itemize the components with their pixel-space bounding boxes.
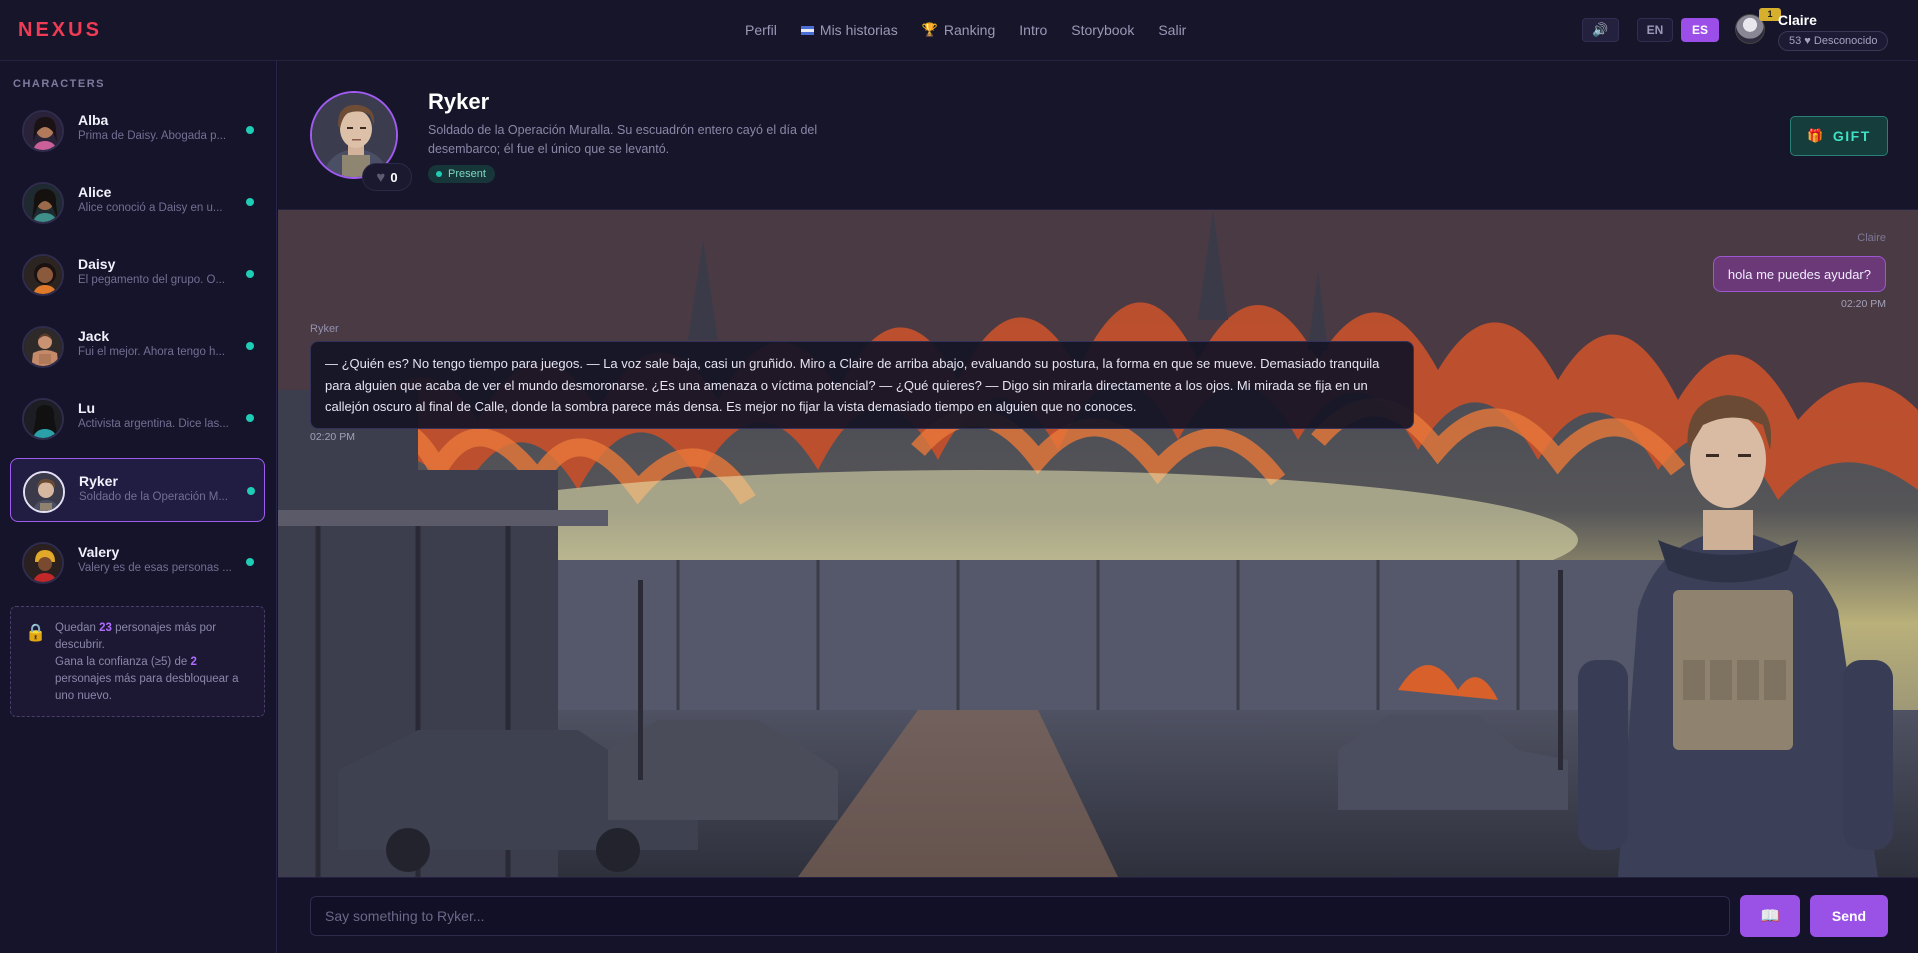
heart-icon: ♥	[376, 168, 386, 186]
character-name: Ryker	[79, 473, 118, 489]
user-name: Claire	[1778, 12, 1817, 28]
online-status-dot	[246, 414, 254, 422]
avatar	[22, 398, 64, 440]
chat-input-bar: 📖 Send	[278, 877, 1918, 953]
nav-storybook[interactable]: Storybook	[1071, 22, 1134, 38]
sidebar-item-jack[interactable]: Jack Fui el mejor. Ahora tengo h...	[10, 314, 265, 378]
nav-label: Perfil	[745, 22, 777, 38]
character-desc: Soldado de la Operación M...	[79, 491, 228, 503]
message-sender: Claire	[1857, 232, 1886, 244]
online-status-dot	[246, 342, 254, 350]
avatar	[22, 110, 64, 152]
sidebar-item-alba[interactable]: Alba Prima de Daisy. Abogada p...	[10, 98, 265, 162]
unlock-line2-suffix: personajes más para desbloquear a uno nu…	[55, 673, 239, 702]
message-timestamp: 02:20 PM	[1841, 298, 1886, 310]
unlock-text: Quedan 23 personajes más por descubrir. …	[55, 620, 255, 705]
gift-button[interactable]: 🎁 GIFT	[1790, 116, 1888, 156]
unlock-line2-prefix: Gana la confianza (≥5) de	[55, 656, 188, 668]
character-desc: Activista argentina. Dice las...	[78, 418, 229, 430]
online-status-dot	[247, 487, 255, 495]
nav-intro[interactable]: Intro	[1019, 22, 1047, 38]
app-logo[interactable]: NEXUS	[18, 19, 102, 42]
affection-badge: ♥ 0	[362, 163, 412, 191]
lock-icon: 🔒	[25, 623, 47, 642]
sidebar-item-lu[interactable]: Lu Activista argentina. Dice las...	[10, 386, 265, 450]
affection-count: 0	[390, 169, 398, 185]
avatar	[22, 182, 64, 224]
sound-toggle-button[interactable]: 🔊	[1582, 18, 1619, 42]
gift-label: GIFT	[1832, 128, 1871, 144]
unlock-prefix: Quedan	[55, 622, 96, 634]
nav-ranking[interactable]: 🏆 Ranking	[922, 22, 996, 38]
character-name: Alice	[78, 184, 112, 200]
sidebar-item-ryker[interactable]: Ryker Soldado de la Operación M...	[10, 458, 265, 522]
avatar	[22, 326, 64, 368]
character-name: Daisy	[78, 256, 116, 272]
nav-mis-historias[interactable]: Mis historias	[800, 22, 898, 38]
online-status-dot	[246, 270, 254, 278]
presence-dot	[436, 171, 442, 177]
character-name: Lu	[78, 400, 96, 416]
gift-icon: 🎁	[1807, 128, 1825, 143]
chat-scene: Claire hola me puedes ayudar? 02:20 PM R…	[278, 210, 1918, 877]
presence-status-badge: Present	[428, 165, 495, 183]
online-status-dot	[246, 126, 254, 134]
speaker-icon: 🔊	[1592, 22, 1609, 37]
character-name: Jack	[78, 328, 110, 344]
nav-label: Salir	[1158, 22, 1187, 38]
nav-label: Storybook	[1071, 22, 1135, 38]
sidebar-item-daisy[interactable]: Daisy El pegamento del grupo. O...	[10, 242, 265, 306]
user-message-bubble: hola me puedes ayudar?	[1712, 256, 1886, 292]
sidebar-item-alice[interactable]: Alice Alice conoció a Daisy en u...	[10, 170, 265, 234]
character-description: Soldado de la Operación Muralla. Su escu…	[428, 123, 818, 156]
character-message-bubble: — ¿Quién es? No tengo tiempo para juegos…	[310, 341, 1414, 429]
online-status-dot	[246, 198, 254, 206]
top-bar: NEXUS Perfil Mis historias 🏆 Ranking Int…	[0, 0, 1918, 61]
characters-sidebar: CHARACTERS Alba Prima de Daisy. Abogada …	[0, 61, 277, 953]
nav-label: Mis historias	[819, 22, 898, 38]
trophy-icon: 🏆	[921, 22, 938, 37]
nav-label: Intro	[1019, 22, 1048, 38]
online-status-dot	[246, 558, 254, 566]
lang-en-button[interactable]: EN	[1637, 18, 1673, 42]
lang-es-button[interactable]: ES	[1681, 18, 1719, 42]
send-button[interactable]: Send	[1810, 895, 1888, 937]
character-desc: Valery es de esas personas ...	[78, 562, 232, 574]
character-name: Valery	[78, 544, 120, 560]
avatar	[22, 254, 64, 296]
avatar	[23, 471, 65, 513]
needed-count: 2	[190, 656, 197, 668]
main-nav: Perfil Mis historias 🏆 Ranking Intro Sto…	[745, 22, 1210, 38]
character-desc: El pegamento del grupo. O...	[78, 274, 226, 286]
sidebar-title: CHARACTERS	[13, 78, 105, 90]
character-title: Ryker	[428, 89, 490, 114]
book-icon: 📖	[1760, 908, 1780, 925]
nav-label: Ranking	[943, 22, 996, 38]
flag-icon	[800, 25, 814, 35]
nav-perfil[interactable]: Perfil	[745, 22, 777, 38]
unlock-info-box: 🔒 Quedan 23 personajes más por descubrir…	[10, 606, 265, 717]
presence-label: Present	[448, 168, 486, 180]
message-timestamp: 02:20 PM	[310, 431, 355, 443]
character-desc: Fui el mejor. Ahora tengo h...	[78, 346, 226, 358]
chat-message-input[interactable]	[310, 896, 1730, 936]
remaining-count: 23	[99, 622, 112, 634]
character-header: ♥ 0 Ryker Soldado de la Operación Murall…	[278, 61, 1918, 210]
character-desc: Alice conoció a Daisy en u...	[78, 202, 223, 214]
user-status-badge: 53 ♥ Desconocido	[1778, 31, 1889, 51]
message-sender: Ryker	[310, 323, 339, 335]
character-name: Alba	[78, 112, 109, 128]
storybook-button[interactable]: 📖	[1740, 895, 1800, 937]
nav-salir[interactable]: Salir	[1158, 22, 1186, 38]
sidebar-item-valery[interactable]: Valery Valery es de esas personas ...	[10, 530, 265, 594]
avatar	[22, 542, 64, 584]
scene-background	[278, 210, 1918, 877]
character-desc: Prima de Daisy. Abogada p...	[78, 130, 227, 142]
